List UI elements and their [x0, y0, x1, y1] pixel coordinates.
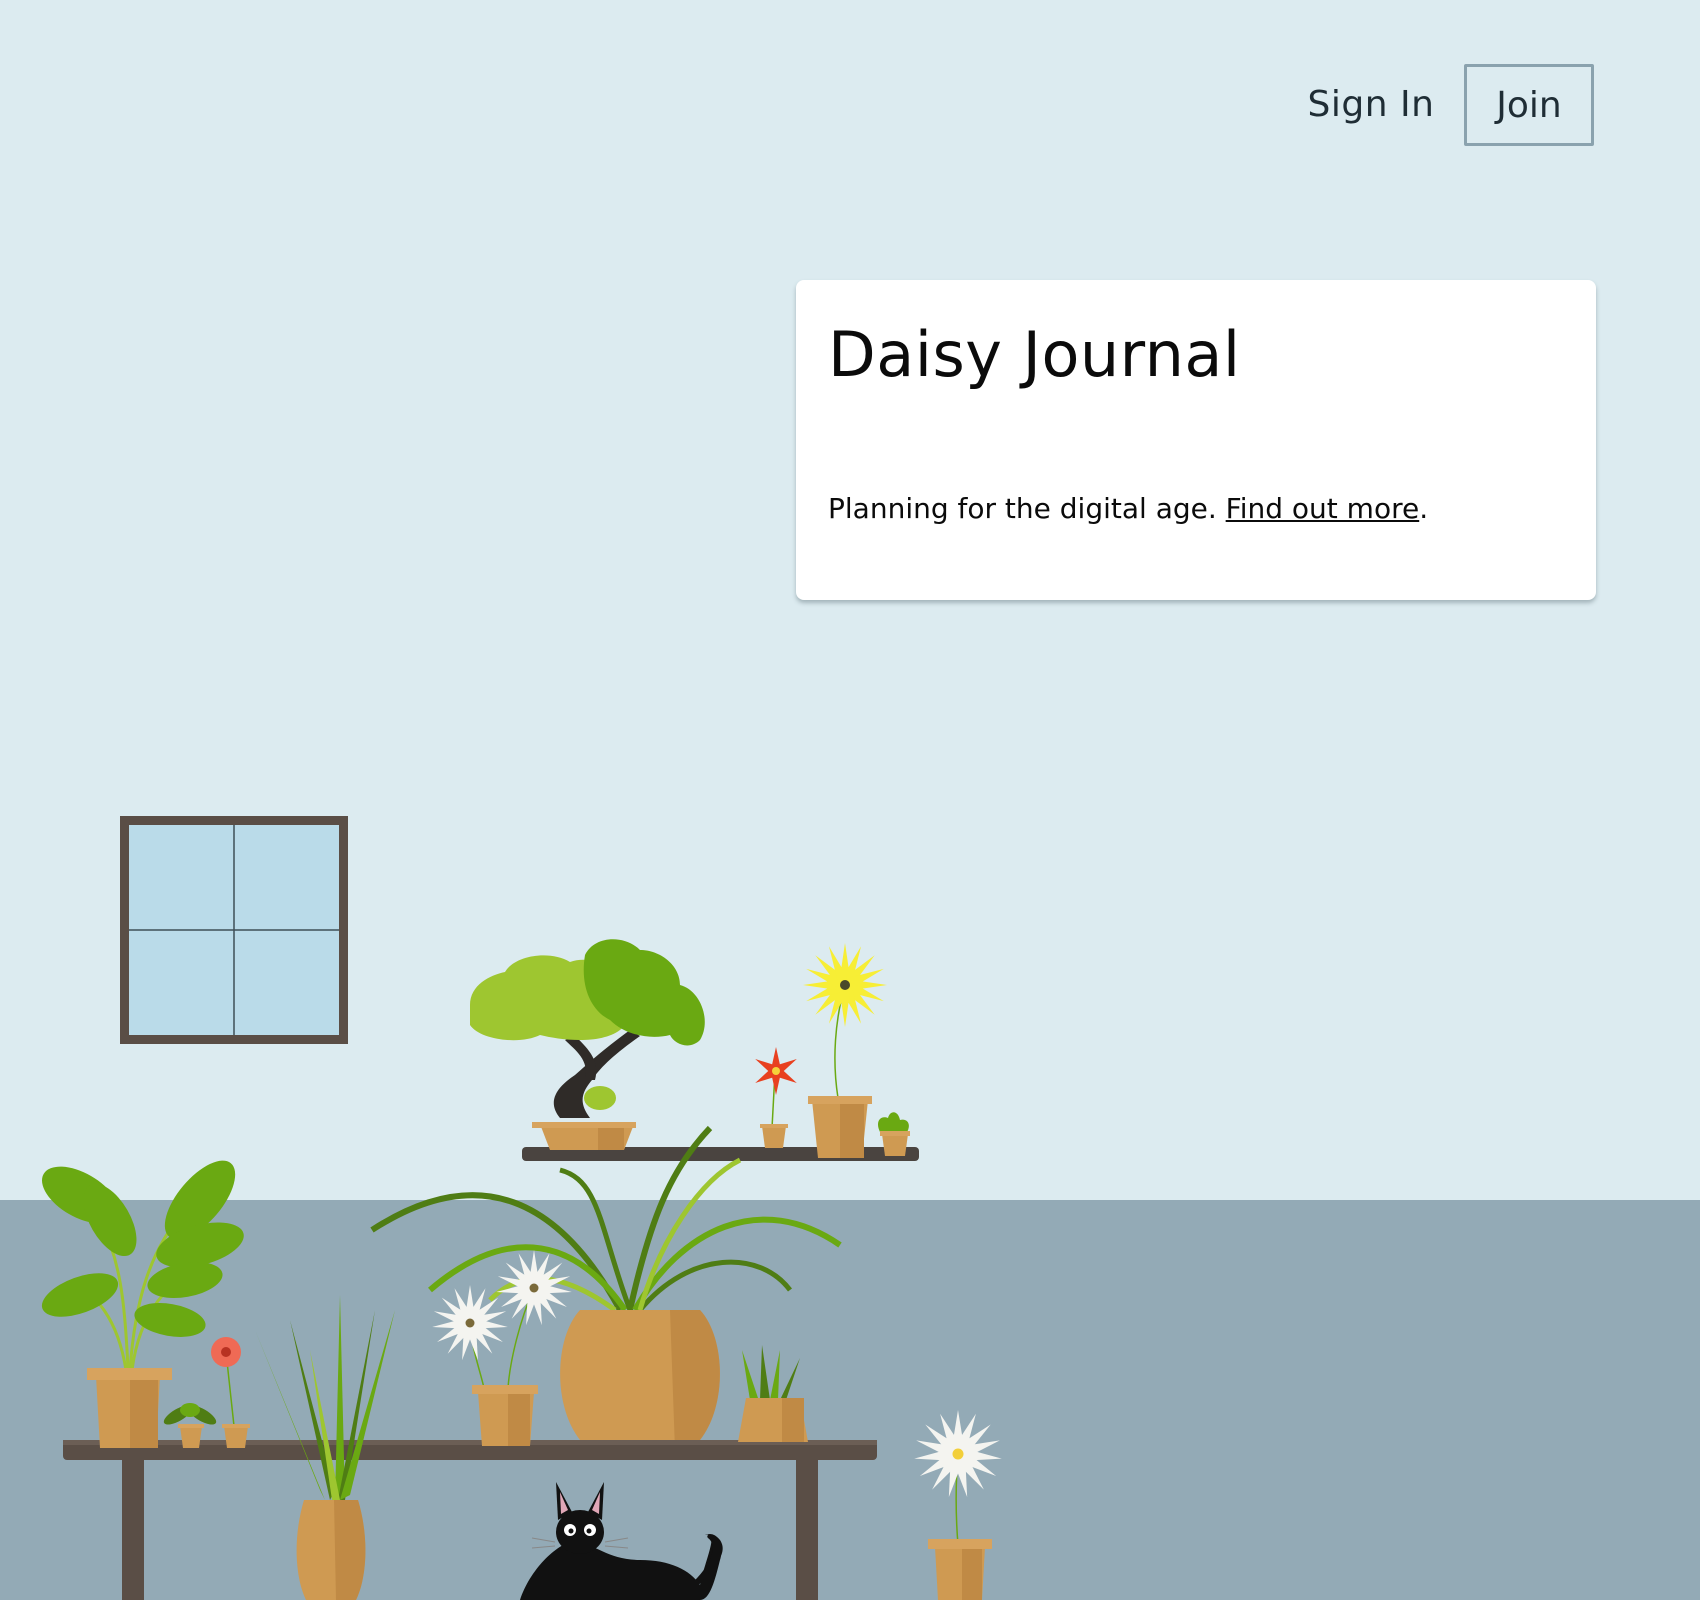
top-nav: Sign In Join: [0, 64, 1700, 146]
window-icon: [120, 816, 348, 1044]
bonsai-icon: [470, 939, 705, 1150]
sign-in-link[interactable]: Sign In: [1296, 64, 1446, 144]
flower-icon: [432, 1250, 572, 1446]
potted-plant-icon: [738, 1345, 808, 1442]
page-title: Daisy Journal: [828, 318, 1241, 391]
flower-icon: [755, 1047, 797, 1148]
room-illustration: [41, 816, 1002, 1600]
join-button[interactable]: Join: [1464, 64, 1594, 146]
tagline-period: .: [1419, 492, 1429, 525]
hero-tagline: Planning for the digital age. Find out m…: [828, 492, 1428, 525]
find-out-more-link[interactable]: Find out more: [1226, 492, 1420, 525]
flower-icon: [211, 1337, 250, 1448]
table-icon: [63, 1440, 877, 1600]
tagline-text: Planning for the digital age.: [828, 492, 1217, 525]
potted-plant-icon: [41, 1160, 244, 1448]
cat-icon: [520, 1482, 723, 1600]
flower-icon: [803, 943, 887, 1158]
flower-icon: [914, 1410, 1002, 1600]
hero-card: Daisy Journal Planning for the digital a…: [796, 280, 1596, 600]
